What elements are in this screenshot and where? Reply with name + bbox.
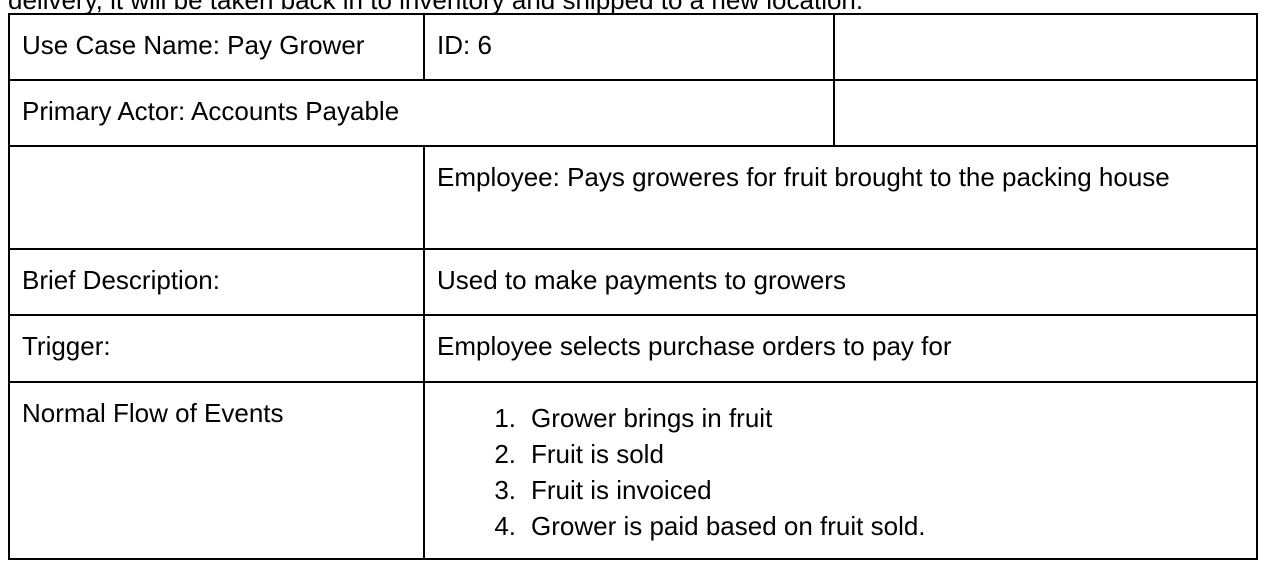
table-row: Brief Description: Used to make payments… <box>8 248 1258 316</box>
trigger-value: Employee selects purchase orders to pay … <box>423 314 1258 383</box>
intro-text: delivery, it will be taken back in to in… <box>8 0 864 15</box>
list-item-text: Grower is paid based on fruit sold. <box>531 511 926 541</box>
list-item: 3. Fruit is invoiced <box>437 472 1244 508</box>
use-case-name-cell: Use Case Name: Pay Grower <box>8 13 425 81</box>
use-case-id-cell: ID: 6 <box>423 13 835 81</box>
use-case-table: Use Case Name: Pay Grower ID: 6 Primary … <box>8 13 1258 560</box>
primary-actor-cell: Primary Actor: Accounts Payable <box>8 79 835 147</box>
normal-flow-label: Normal Flow of Events <box>8 381 425 560</box>
table-row: Primary Actor: Accounts Payable <box>8 79 1258 147</box>
table-row: Use Case Name: Pay Grower ID: 6 <box>8 13 1258 81</box>
list-item: 4. Grower is paid based on fruit sold. <box>437 508 1244 544</box>
table-row: Trigger: Employee selects purchase order… <box>8 314 1258 383</box>
empty-cell <box>833 13 1258 81</box>
brief-description-value: Used to make payments to growers <box>423 248 1258 316</box>
table-row: Normal Flow of Events 1. Grower brings i… <box>8 381 1258 560</box>
normal-flow-list: 1. Grower brings in fruit 2. Fruit is so… <box>437 400 1244 544</box>
list-item-text: Fruit is invoiced <box>531 475 712 505</box>
table-row: Employee: Pays groweres for fruit brough… <box>8 145 1258 250</box>
list-number: 3. <box>494 475 516 505</box>
stakeholder-cell: Employee: Pays groweres for fruit brough… <box>423 145 1258 250</box>
list-item: 1. Grower brings in fruit <box>437 400 1244 436</box>
brief-description-label: Brief Description: <box>8 248 425 316</box>
list-number: 2. <box>494 439 516 469</box>
normal-flow-cell: 1. Grower brings in fruit 2. Fruit is so… <box>423 381 1258 560</box>
empty-cell <box>8 145 425 250</box>
list-number: 4. <box>494 511 516 541</box>
list-item-text: Grower brings in fruit <box>531 403 773 433</box>
trigger-label: Trigger: <box>8 314 425 383</box>
empty-cell <box>833 79 1258 147</box>
list-item: 2. Fruit is sold <box>437 436 1244 472</box>
list-item-text: Fruit is sold <box>531 439 664 469</box>
list-number: 1. <box>494 403 516 433</box>
